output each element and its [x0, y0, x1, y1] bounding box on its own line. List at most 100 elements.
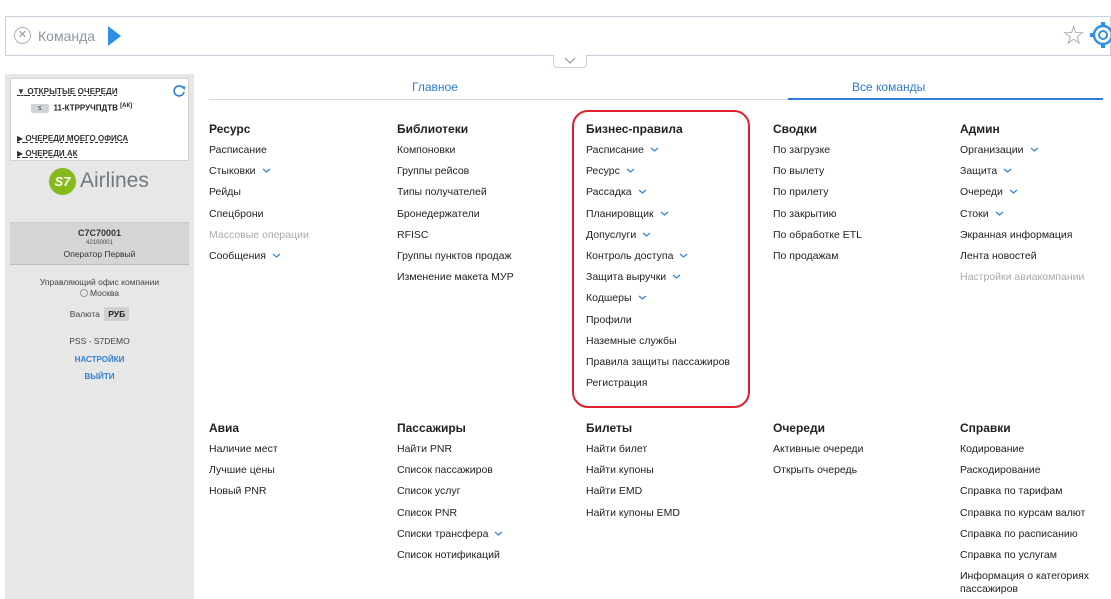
menu-item-label: Лучшие цены — [209, 464, 275, 477]
menu-item[interactable]: Типы получателей — [397, 186, 514, 207]
chevron-down-icon[interactable] — [272, 253, 281, 258]
queue-name: 11-КТРРУЧПДТВ [АК] — [53, 103, 133, 113]
settings-icon[interactable] — [1089, 21, 1111, 49]
menu-item[interactable]: Список PNR — [397, 507, 503, 528]
chevron-down-icon[interactable] — [494, 531, 503, 536]
menu-column-title: Админ — [960, 122, 1000, 136]
menu-item[interactable]: Компоновки — [397, 144, 514, 165]
menu-item[interactable]: Организации — [960, 144, 1084, 165]
tab-main[interactable]: Главное — [412, 80, 458, 94]
menu-item-label: Информация о категориях — [960, 570, 1090, 583]
command-input[interactable]: Команда — [38, 28, 95, 44]
menu-item[interactable]: По прилету — [773, 186, 862, 207]
menu-item[interactable]: Лента новостей — [960, 250, 1084, 271]
menu-item[interactable]: Список услуг — [397, 485, 503, 506]
menu-column: Справки Кодирование Раскодирование Справка … — [960, 421, 1089, 599]
menu-item[interactable]: Бронедержатели — [397, 208, 514, 229]
menu-item[interactable]: Справка по расписанию — [960, 528, 1089, 549]
menu-item-label: Раскодирование — [960, 464, 1041, 477]
star-icon[interactable]: ☆ — [1062, 21, 1085, 49]
menu-column-title: Ресурс — [209, 122, 251, 136]
menu-item[interactable]: Открыть очередь — [773, 464, 863, 485]
menu-item-label: Найти билет — [586, 443, 648, 455]
menu-column: Ресурс Расписание Стыковки Рейды Спецброни Ма… — [209, 122, 309, 271]
menu-item[interactable]: Группы пунктов продаж — [397, 250, 514, 271]
business-rules-highlight — [572, 110, 750, 408]
menu-column-title: Очереди — [773, 421, 825, 435]
chevron-down-icon[interactable] — [1009, 189, 1018, 195]
menu-item[interactable]: Лучшие цены — [209, 464, 278, 485]
menu-item[interactable]: Защита — [960, 165, 1084, 186]
menu-item-label: Справка по услугам — [960, 548, 1057, 561]
menu-item[interactable]: Справка по услугам — [960, 549, 1089, 570]
menu-column-title: Билеты — [586, 421, 633, 435]
queue-item[interactable]: s 11-КТРРУЧПДТВ [АК] — [31, 102, 132, 114]
menu-item[interactable]: RFISC — [397, 229, 514, 250]
clear-icon[interactable]: ✕ — [14, 27, 31, 44]
menu-column: Билеты Найти билет Найти купоны Найти EMD На… — [586, 421, 680, 528]
chevron-down-icon[interactable] — [262, 168, 271, 173]
menu-column: Авиа Наличие мест Лучшие цены Новый PNR — [209, 421, 278, 507]
logout-link[interactable]: ВЫЙТИ — [5, 372, 194, 381]
menu-item[interactable]: Справка по тарифам — [960, 485, 1089, 506]
menu-item[interactable]: Найти купоны — [586, 464, 680, 485]
menu-item[interactable]: Наличие мест — [209, 443, 278, 464]
menu-item[interactable]: Кодирование — [960, 443, 1089, 464]
menu-item[interactable]: Экранная информация — [960, 229, 1084, 250]
menu-item[interactable]: Активные очереди — [773, 443, 863, 464]
my-office-queues-link[interactable]: ▶ ОЧЕРЕДИ МОЕГО ОФИСА — [17, 134, 128, 143]
menu-item-label: Защита — [960, 165, 998, 178]
menu-item-label: По закрытию — [773, 207, 837, 220]
menu-item[interactable]: Списки трансфера — [397, 528, 503, 549]
menu-item[interactable]: Найти PNR — [397, 443, 503, 464]
menu-item[interactable]: По вылету — [773, 165, 862, 186]
menu-item-label: Компоновки — [397, 144, 456, 156]
menu-item-label: Массовые операции — [209, 228, 309, 241]
menu-column: Пассажиры Найти PNR Список пассажиров Списо… — [397, 421, 503, 570]
menu-item[interactable]: Расписание — [209, 144, 309, 165]
menu-item-label: Список пассажиров — [397, 464, 493, 477]
menu-item[interactable]: Список пассажиров — [397, 464, 503, 485]
menu-item[interactable]: Список нотификаций — [397, 549, 503, 570]
menu-item[interactable]: Стыковки — [209, 165, 309, 186]
chevron-down-icon[interactable] — [1030, 147, 1039, 152]
chevron-down-icon[interactable] — [1003, 168, 1012, 173]
logo-mark: S7 — [49, 167, 76, 195]
menu-item-label: Справка по тарифам — [960, 485, 1063, 498]
office-city: Москва — [5, 288, 194, 298]
menu-column-title: Библиотеки — [397, 122, 469, 136]
menu-item[interactable]: Спецброни — [209, 208, 309, 229]
agent-role: Оператор Первый — [63, 249, 136, 259]
menu-item[interactable]: Найти купоны EMD — [586, 507, 680, 528]
menu-item[interactable]: Изменение макета МУР — [397, 271, 514, 292]
chevron-down-icon[interactable] — [995, 211, 1004, 216]
command-bar: ✕ Команда ☆ — [5, 16, 1111, 56]
menu-item-label: Лента новостей — [960, 249, 1037, 262]
menu-item[interactable]: Найти билет — [586, 443, 680, 464]
airline-queues-link[interactable]: ▶ ОЧЕРЕДИ АК — [17, 149, 78, 158]
menu-item[interactable]: Новый PNR — [209, 485, 278, 506]
tab-all-commands[interactable]: Все команды — [852, 80, 925, 94]
menu-item-label: Найти EMD — [586, 485, 643, 498]
menu-item[interactable]: Раскодирование — [960, 464, 1089, 485]
menu-item[interactable]: По закрытию — [773, 208, 862, 229]
settings-link[interactable]: НАСТРОЙКИ — [5, 355, 194, 364]
refresh-icon[interactable] — [172, 84, 186, 98]
menu-item[interactable]: Справка по курсам валют — [960, 507, 1089, 528]
menu-item[interactable]: Рейды — [209, 186, 309, 207]
menu-item[interactable]: По загрузке — [773, 144, 862, 165]
menu-item-label: Найти купоны EMD — [586, 506, 680, 519]
menu-item[interactable]: По продажам — [773, 250, 862, 271]
menu-item[interactable]: Стоки — [960, 208, 1084, 229]
menu-item[interactable]: Группы рейсов — [397, 165, 514, 186]
execute-arrow-icon[interactable] — [108, 26, 121, 46]
menu-item[interactable]: Сообщения — [209, 250, 309, 271]
menu-item-label: По вылету — [773, 165, 825, 178]
collapse-toggle[interactable] — [553, 55, 587, 68]
menu-item[interactable]: По обработке ETL — [773, 229, 862, 250]
menu-item[interactable]: Найти EMD — [586, 485, 680, 506]
menu-item[interactable]: пассажиров — [960, 583, 1089, 599]
open-queues-toggle[interactable]: ▼ ОТКРЫТЫЕ ОЧЕРЕДИ — [17, 87, 118, 96]
menu-item[interactable]: Очереди — [960, 186, 1084, 207]
menu-column: Очереди Активные очереди Открыть очередь — [773, 421, 863, 485]
